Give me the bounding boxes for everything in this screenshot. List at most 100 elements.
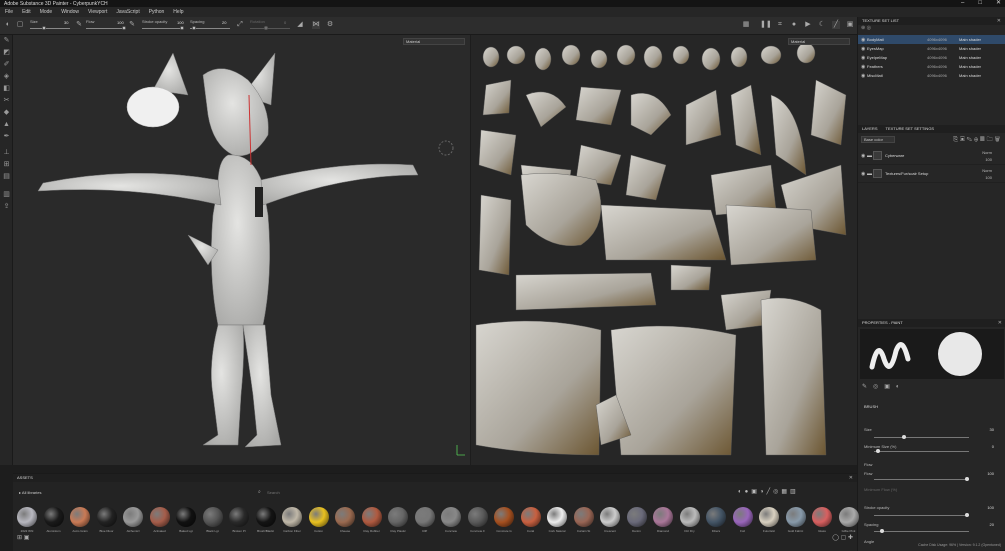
asset-thumbnail[interactable]: [414, 507, 435, 527]
rotation-value[interactable]: 0: [284, 20, 286, 25]
close-button[interactable]: ✕: [996, 0, 1001, 7]
layer-row[interactable]: ◉ ▬ Cyberware Norm 100: [858, 147, 1005, 165]
asset-thumbnail[interactable]: [43, 507, 64, 527]
wireframe-icon[interactable]: ⌗: [776, 21, 784, 29]
flow-value[interactable]: 100: [987, 471, 994, 476]
tab-texture-set-settings[interactable]: TEXTURE SET SETTINGS: [886, 125, 935, 133]
asset-thumbnail[interactable]: [96, 507, 117, 527]
pause-icon[interactable]: ❚❚: [760, 21, 772, 29]
clone-tool-icon[interactable]: ✂: [0, 95, 13, 107]
rotation-slider[interactable]: [250, 26, 290, 30]
layer-actions-icon[interactable]: ⎘▣✎⊕▦🗀🗑: [953, 135, 1002, 145]
asset-thumbnail[interactable]: [282, 507, 302, 527]
asset-view-icons[interactable]: ◯ ▢ ✚: [832, 534, 853, 541]
stroke-opacity-value[interactable]: 100: [177, 20, 184, 25]
align-icon[interactable]: ◢: [296, 21, 304, 29]
symmetry-settings-icon[interactable]: ⚙: [326, 21, 334, 29]
maximize-button[interactable]: □: [978, 0, 982, 7]
share-icon[interactable]: ⇪: [0, 201, 13, 213]
spacing-value[interactable]: 20: [990, 522, 994, 527]
asset-thumbnail[interactable]: [149, 507, 170, 527]
asset-thumbnail[interactable]: [706, 507, 726, 527]
eraser-tool-icon[interactable]: ◩: [0, 47, 13, 59]
menu-window[interactable]: Window: [61, 9, 79, 15]
camera-icon[interactable]: ●: [790, 21, 798, 29]
color-picker-icon[interactable]: ✒: [0, 131, 13, 143]
flow-value[interactable]: 100: [117, 20, 124, 25]
asset-thumbnail[interactable]: [785, 507, 806, 527]
menu-mode[interactable]: Mode: [40, 9, 53, 15]
size-value[interactable]: 30: [990, 427, 994, 432]
asset-thumbnail[interactable]: [441, 507, 461, 527]
brush-shape-icon[interactable]: ◐: [4, 21, 12, 29]
screenshot-icon[interactable]: ▣: [846, 21, 854, 29]
size-value[interactable]: 30: [64, 20, 68, 25]
texture-set-row[interactable]: ◉ MiscMatl 4096x4096 Main shader: [858, 71, 1005, 80]
tab-layers[interactable]: LAYERS: [862, 125, 878, 133]
viewport-2d-mode-select[interactable]: Material: [788, 38, 850, 45]
brush-mode-icon[interactable]: ╱: [832, 21, 840, 29]
panel-close-icon[interactable]: ✕: [997, 17, 1001, 25]
stroke-opacity-slider[interactable]: [142, 26, 184, 30]
viewport-3d[interactable]: Material: [13, 35, 470, 465]
polyfill-tool-icon[interactable]: ▲: [0, 119, 13, 131]
viewport-3d-mode-select[interactable]: Material: [403, 38, 465, 45]
stroke-opacity-value[interactable]: 100: [987, 505, 994, 510]
video-icon[interactable]: ▶: [804, 21, 812, 29]
stroke-opacity-slider[interactable]: [874, 513, 969, 517]
flow-pressure-icon[interactable]: ✎: [128, 21, 136, 29]
menu-file[interactable]: File: [5, 9, 13, 15]
texture-set-row[interactable]: ◉ EyesMap 4096x4096 Main shader: [858, 44, 1005, 53]
texture-set-row[interactable]: ◉ Feathers 4096x4096 Main shader: [858, 62, 1005, 71]
panel-close-icon[interactable]: ✕: [998, 319, 1002, 327]
asset-thumbnail[interactable]: [123, 507, 143, 527]
asset-thumbnail[interactable]: [759, 507, 779, 527]
asset-thumbnail[interactable]: [494, 507, 514, 527]
min-size-value[interactable]: 0: [992, 444, 994, 449]
texture-set-row[interactable]: ◉ BodyMatl 4096x4096 Main shader: [858, 35, 1005, 44]
asset-thumbnail[interactable]: [308, 507, 329, 527]
measure-tool-icon[interactable]: ⊥: [0, 147, 13, 159]
asset-thumbnail[interactable]: [732, 507, 753, 527]
lazy-mouse-icon[interactable]: ⤢: [236, 21, 244, 29]
asset-thumbnail[interactable]: [17, 507, 37, 527]
asset-thumbnail[interactable]: [838, 507, 859, 527]
menu-help[interactable]: Help: [173, 9, 183, 15]
viewport-2d-uv[interactable]: Material: [471, 35, 857, 465]
transform-tool-icon[interactable]: ⊞: [0, 159, 13, 171]
render-icon[interactable]: ▥: [0, 189, 13, 201]
texture-set-row[interactable]: ◉ EyelpeMap 4096x4096 Main shader: [858, 53, 1005, 62]
library-selector[interactable]: ▸ All libraries: [19, 490, 41, 495]
light-gizmo-icon[interactable]: [438, 140, 454, 156]
asset-thumbnail[interactable]: [547, 507, 567, 527]
asset-thumbnail[interactable]: [626, 507, 647, 527]
layer-row[interactable]: ◉ ▬ Textures/Fur/scalr Setup Norm 100: [858, 165, 1005, 183]
light-icon[interactable]: ☾: [818, 21, 826, 29]
paint-tool-icon[interactable]: ✎: [0, 35, 13, 47]
asset-search-input[interactable]: [267, 489, 427, 496]
projection-tool-icon[interactable]: ✐: [0, 59, 13, 71]
asset-thumbnail[interactable]: [388, 507, 408, 527]
menu-javascript[interactable]: JavaScript: [116, 9, 139, 15]
picker-tool-icon[interactable]: ◆: [0, 107, 13, 119]
size-slider[interactable]: [30, 26, 70, 30]
spacing-value[interactable]: 20: [222, 20, 226, 25]
menu-python[interactable]: Python: [149, 9, 165, 15]
asset-thumbnail[interactable]: [255, 507, 276, 527]
asset-thumbnail[interactable]: [812, 507, 832, 527]
flow-slider[interactable]: [86, 26, 126, 30]
menu-edit[interactable]: Edit: [22, 9, 31, 15]
asset-thumbnail[interactable]: [467, 507, 488, 527]
asset-footer-icons[interactable]: ⊞ ▣: [17, 534, 29, 541]
smudge-tool-icon[interactable]: ◧: [0, 83, 13, 95]
brush-preset-icon[interactable]: ▢: [16, 21, 24, 29]
panel-close-icon[interactable]: ✕: [849, 474, 853, 482]
bake-tool-icon[interactable]: ▤: [0, 171, 13, 183]
asset-thumbnail[interactable]: [653, 507, 673, 527]
symmetry-icon[interactable]: ⋈: [312, 21, 320, 29]
asset-thumbnail[interactable]: [202, 507, 223, 527]
geometry-fill-icon[interactable]: ◈: [0, 71, 13, 83]
property-tabs[interactable]: ✎◎▣◐: [862, 383, 906, 390]
display-settings-icon[interactable]: ▦: [742, 21, 750, 29]
spacing-slider[interactable]: [190, 26, 230, 30]
